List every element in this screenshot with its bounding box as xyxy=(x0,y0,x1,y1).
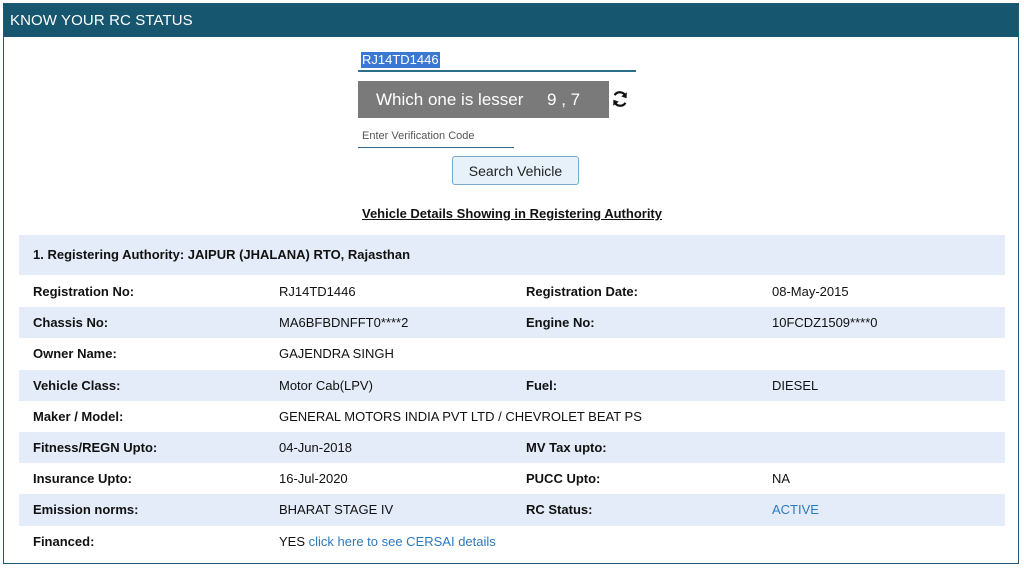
owner-name-value: GAJENDRA SINGH xyxy=(279,346,394,362)
chassis-no-label: Chassis No: xyxy=(33,315,109,331)
engine-no-label: Engine No: xyxy=(526,315,595,331)
details-row: Owner Name: GAJENDRA SINGH xyxy=(19,338,1005,369)
fuel-value: DIESEL xyxy=(772,377,819,393)
financed-value-container: YES click here to see CERSAI details xyxy=(279,526,496,557)
fuel-label: Fuel: xyxy=(526,377,558,393)
details-row: Chassis No: MA6BFBDNFFT0****2 Engine No:… xyxy=(19,307,1005,339)
fitness-value: 04-Jun-2018 xyxy=(279,439,352,455)
owner-name-label: Owner Name: xyxy=(33,346,117,362)
rc-status-label: RC Status: xyxy=(526,502,593,518)
captcha-numbers: 9 , 7 xyxy=(547,90,581,109)
registering-authority: 1. Registering Authority: JAIPUR (JHALAN… xyxy=(19,235,1005,275)
vehicle-details-table: Registration No: RJ14TD1446 Registration… xyxy=(19,276,1005,557)
registration-date-label: Registration Date: xyxy=(526,284,638,299)
rc-status-value: ACTIVE xyxy=(772,502,819,518)
details-row: Insurance Upto: 16-Jul-2020 PUCC Upto: N… xyxy=(19,463,1005,494)
registration-no-label: Registration No: xyxy=(33,284,135,299)
maker-model-value: GENERAL MOTORS INDIA PVT LTD / CHEVROLET… xyxy=(279,408,642,424)
verification-code-input[interactable] xyxy=(358,124,514,148)
registration-no-value: RJ14TD1446 xyxy=(279,284,356,299)
registration-number-selected-text: RJ14TD1446 xyxy=(361,52,440,68)
captcha-question: Which one is lesser xyxy=(376,90,524,109)
fitness-label: Fitness/REGN Upto: xyxy=(33,439,158,455)
emission-norms-label: Emission norms: xyxy=(33,502,139,518)
cersai-details-link[interactable]: click here to see CERSAI details xyxy=(309,534,496,549)
maker-model-label: Maker / Model: xyxy=(33,408,124,424)
refresh-icon[interactable] xyxy=(610,89,630,109)
financed-value: YES xyxy=(279,533,306,549)
vehicle-class-label: Vehicle Class: xyxy=(33,377,121,393)
emission-norms-value: BHARAT STAGE IV xyxy=(279,502,394,518)
details-row: Fitness/REGN Upto: 04-Jun-2018 MV Tax up… xyxy=(19,431,1005,464)
panel-title: KNOW YOUR RC STATUS xyxy=(4,4,1018,37)
details-row: Vehicle Class: Motor Cab(LPV) Fuel: DIES… xyxy=(19,369,1005,401)
details-row: Maker / Model: GENERAL MOTORS INDIA PVT … xyxy=(19,401,1005,432)
chassis-no-value: MA6BFBDNFFT0****2 xyxy=(279,315,409,331)
engine-no-value: 10FCDZ1509****0 xyxy=(772,315,878,331)
pucc-label: PUCC Upto: xyxy=(526,471,601,487)
captcha-box: Which one is lesser 9 , 7 xyxy=(358,81,609,118)
section-heading: Vehicle Details Showing in Registering A… xyxy=(361,206,662,221)
pucc-value: NA xyxy=(772,471,791,487)
insurance-value: 16-Jul-2020 xyxy=(279,471,348,487)
financed-label: Financed: xyxy=(33,533,95,549)
registration-number-input[interactable]: RJ14TD1446 xyxy=(358,48,636,72)
registration-date-value: 08-May-2015 xyxy=(772,284,849,299)
details-row: Financed: YES click here to see CERSAI d… xyxy=(19,526,1005,557)
vehicle-class-value: Motor Cab(LPV) xyxy=(279,377,373,393)
rc-status-panel: KNOW YOUR RC STATUS RJ14TD1446 Which one… xyxy=(3,3,1019,564)
details-row: Emission norms: BHARAT STAGE IV RC Statu… xyxy=(19,494,1005,526)
insurance-label: Insurance Upto: xyxy=(33,471,132,487)
details-row: Registration No: RJ14TD1446 Registration… xyxy=(19,276,1005,307)
mv-tax-label: MV Tax upto: xyxy=(526,439,607,455)
search-vehicle-button[interactable]: Search Vehicle xyxy=(452,156,579,185)
